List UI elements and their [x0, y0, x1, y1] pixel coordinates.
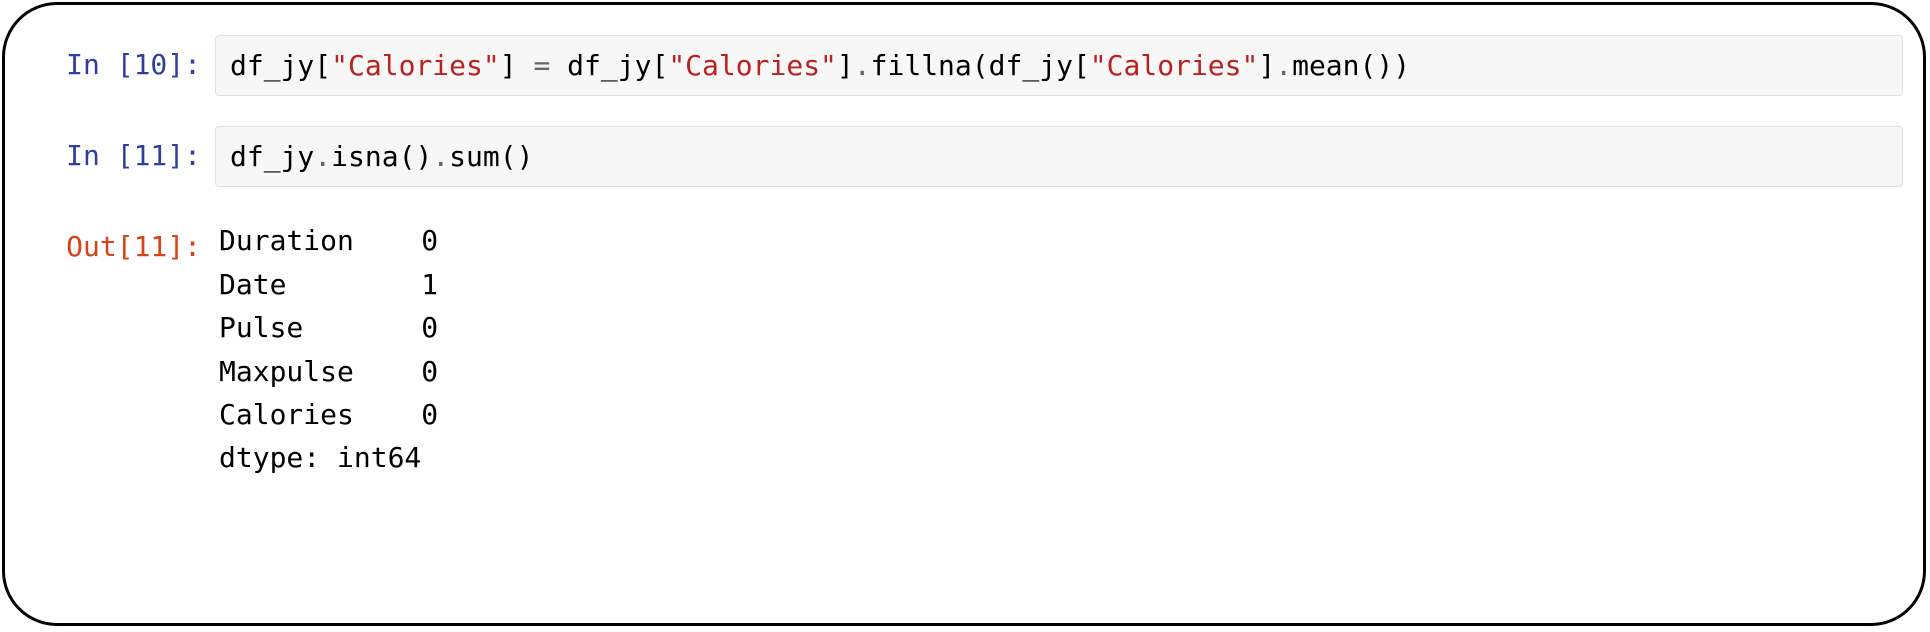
code-token-punc: [ [314, 49, 331, 82]
code-token-punc: ) [415, 140, 432, 173]
input-prompt: In [10]: [25, 35, 215, 96]
code-token-var: df_jy [230, 140, 314, 173]
code-token-punc: ( [500, 140, 517, 173]
output-text: Duration 0 Date 1 Pulse 0 Maxpulse 0 Cal… [215, 217, 1903, 479]
code-token-string: "Calories" [668, 49, 837, 82]
code-token-punc: ( [972, 49, 989, 82]
code-token-method: isna [331, 140, 398, 173]
code-token-var: df_jy [567, 49, 651, 82]
code-token-punc: [ [651, 49, 668, 82]
code-token-punc: ( [1360, 49, 1377, 82]
code-token-method: mean [1292, 49, 1359, 82]
notebook-container: In [10]: df_jy["Calories"] = df_jy["Calo… [2, 2, 1926, 626]
code-token-punc: [ [1073, 49, 1090, 82]
code-token-dot: . [854, 49, 871, 82]
code-token-punc: ] [500, 49, 517, 82]
code-cell: In [10]: df_jy["Calories"] = df_jy["Calo… [25, 35, 1903, 96]
code-token-string: "Calories" [331, 49, 500, 82]
code-token-method: fillna [871, 49, 972, 82]
code-token-dot: . [314, 140, 331, 173]
input-prompt: In [11]: [25, 126, 215, 187]
code-token-punc: ( [399, 140, 416, 173]
code-token-dot: . [432, 140, 449, 173]
code-token-space [550, 49, 567, 82]
code-token-dot: . [1275, 49, 1292, 82]
code-token-punc: ) [1376, 49, 1393, 82]
code-token-var: df_jy [230, 49, 314, 82]
code-token-var: df_jy [989, 49, 1073, 82]
code-token-space [517, 49, 534, 82]
code-token-punc: ] [837, 49, 854, 82]
code-token-string: "Calories" [1090, 49, 1259, 82]
code-cell: In [11]: df_jy.isna().sum() [25, 126, 1903, 187]
code-input[interactable]: df_jy["Calories"] = df_jy["Calories"].fi… [215, 35, 1903, 96]
code-token-punc: ) [517, 140, 534, 173]
code-token-punc: ) [1393, 49, 1410, 82]
output-prompt: Out[11]: [25, 217, 215, 479]
code-input[interactable]: df_jy.isna().sum() [215, 126, 1903, 187]
code-token-operator: = [533, 49, 550, 82]
code-token-punc: ] [1258, 49, 1275, 82]
code-token-method: sum [449, 140, 500, 173]
output-cell: Out[11]: Duration 0 Date 1 Pulse 0 Maxpu… [25, 217, 1903, 479]
